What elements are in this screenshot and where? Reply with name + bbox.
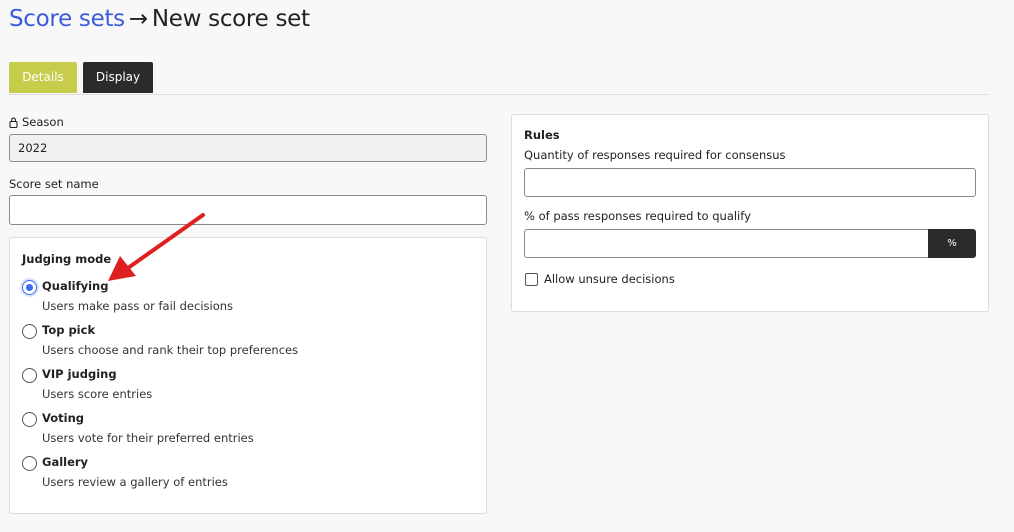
option-top-pick-description: Users choose and rank their top preferen… <box>42 343 299 357</box>
score-set-name-label: Score set name <box>9 177 99 191</box>
option-vip-judging-description: Users score entries <box>42 387 153 401</box>
radio-top-pick[interactable] <box>22 324 37 339</box>
score-set-name-input[interactable] <box>9 195 487 225</box>
tab-display[interactable]: Display <box>83 62 153 93</box>
allow-unsure-label[interactable]: Allow unsure decisions <box>544 272 675 286</box>
percent-suffix: % <box>928 229 976 258</box>
option-vip-judging-title[interactable]: VIP judging <box>42 367 117 381</box>
lock-icon <box>9 117 18 128</box>
consensus-input[interactable] <box>524 168 976 197</box>
radio-gallery[interactable] <box>22 456 37 471</box>
season-value: 2022 <box>18 141 48 155</box>
rules-title: Rules <box>524 128 560 142</box>
allow-unsure-checkbox[interactable] <box>525 273 538 286</box>
radio-qualifying[interactable] <box>22 280 37 295</box>
judging-mode-title: Judging mode <box>22 252 112 266</box>
tab-bar: Details Display <box>9 62 989 95</box>
breadcrumb-score-sets-link[interactable]: Score sets <box>9 6 125 32</box>
breadcrumb-arrow-icon: → <box>128 6 148 32</box>
season-label: Season <box>22 115 64 129</box>
tab-details[interactable]: Details <box>9 62 77 93</box>
rules-panel: Rules Quantity of responses required for… <box>511 114 989 312</box>
pass-percentage-label: % of pass responses required to qualify <box>524 209 751 223</box>
judging-mode-panel: Judging mode Qualifying Users make pass … <box>9 237 487 514</box>
season-field[interactable]: 2022 <box>9 134 487 162</box>
option-voting-title[interactable]: Voting <box>42 411 84 425</box>
radio-voting[interactable] <box>22 412 37 427</box>
breadcrumb-current: New score set <box>151 6 310 32</box>
option-qualifying-title[interactable]: Qualifying <box>42 279 108 293</box>
option-voting-description: Users vote for their preferred entries <box>42 431 254 445</box>
annotation-arrow-icon <box>108 213 205 281</box>
option-gallery-title[interactable]: Gallery <box>42 455 88 469</box>
pass-percentage-input[interactable] <box>524 229 929 258</box>
radio-vip-judging[interactable] <box>22 368 37 383</box>
option-gallery-description: Users review a gallery of entries <box>42 475 228 489</box>
consensus-label: Quantity of responses required for conse… <box>524 148 786 162</box>
option-top-pick-title[interactable]: Top pick <box>42 323 95 337</box>
page-title: Score sets → New score set <box>9 4 310 34</box>
option-qualifying-description: Users make pass or fail decisions <box>42 299 234 313</box>
season-label-row: Season <box>9 115 64 129</box>
